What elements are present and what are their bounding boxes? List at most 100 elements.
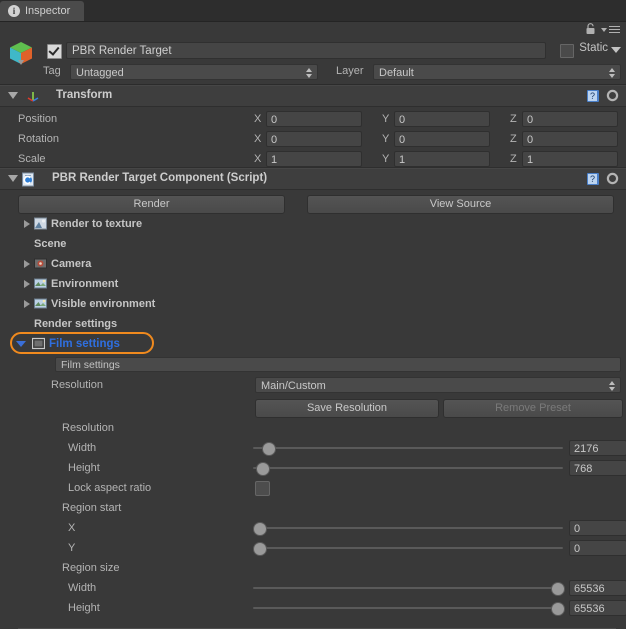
transform-rotation-x-field[interactable]: 0 xyxy=(266,131,362,147)
field-label-height: Height xyxy=(68,462,100,474)
field-label-lock-aspect-ratio: Lock aspect ratio xyxy=(68,482,152,494)
tag-dropdown[interactable]: Untagged xyxy=(70,64,318,80)
field-label-height: Height xyxy=(68,602,100,614)
transform-position-z-field[interactable]: 0 xyxy=(522,111,618,127)
film-settings-foldout-icon[interactable] xyxy=(16,341,26,347)
axis-label-x: X xyxy=(254,113,262,125)
slider-knob[interactable] xyxy=(551,602,565,616)
static-checkbox[interactable] xyxy=(560,44,574,58)
axis-label-y: Y xyxy=(382,153,390,165)
gameobject-cube-icon xyxy=(8,40,34,66)
slider-width[interactable] xyxy=(253,441,563,456)
environment-icon xyxy=(34,297,47,310)
hamburger-menu-icon[interactable] xyxy=(601,25,621,34)
value-y[interactable]: 0 xyxy=(569,540,626,556)
transform-rotation-z-field[interactable]: 0 xyxy=(522,131,618,147)
field-label-x: X xyxy=(68,522,76,534)
slider-knob[interactable] xyxy=(261,442,276,456)
updown-arrows-icon xyxy=(609,68,616,78)
tree-foldout-icon[interactable] xyxy=(24,260,30,268)
slider-track xyxy=(253,467,563,469)
transform-scale-z-field[interactable]: 1 xyxy=(522,151,618,167)
inspector-window: i Inspector PBR Render Target Static Tag… xyxy=(0,0,626,629)
value-x[interactable]: 0 xyxy=(569,520,626,536)
transform-row-label: Position xyxy=(18,113,58,125)
slider-width[interactable] xyxy=(253,581,565,596)
script-component-header[interactable]: PBR Render Target Component (Script) ? xyxy=(0,168,626,190)
transform-component-header[interactable]: Transform ? xyxy=(0,85,626,107)
transform-row-label: Scale xyxy=(18,153,46,165)
resolution-preset-label: Resolution xyxy=(51,379,103,391)
tree-item-camera[interactable]: Camera xyxy=(51,258,91,270)
save-resolution-button[interactable]: Save Resolution xyxy=(255,399,439,418)
value-width[interactable]: 2176 xyxy=(569,440,626,456)
layer-label: Layer xyxy=(336,65,364,77)
tree-item-scene[interactable]: Scene xyxy=(34,238,66,250)
slider-knob[interactable] xyxy=(253,542,267,556)
render-button[interactable]: Render xyxy=(18,195,285,214)
gear-icon[interactable] xyxy=(606,89,620,103)
group-label-region-size: Region size xyxy=(62,562,120,574)
static-label: Static xyxy=(579,42,608,54)
lock-icon[interactable] xyxy=(585,23,596,35)
field-label-y: Y xyxy=(68,542,76,554)
transform-body: Position X 0 Y 0 Z 0 Rotation X 0 Y 0 Z 0 Scale X 1 Y 1 Z 1 xyxy=(0,107,626,168)
transform-position-x-field[interactable]: 0 xyxy=(266,111,362,127)
info-icon: i xyxy=(8,5,20,17)
tree-item-render-to-texture[interactable]: Render to texture xyxy=(51,218,142,230)
script-title: PBR Render Target Component (Script) xyxy=(52,172,268,184)
transform-axis-icon xyxy=(26,89,41,104)
static-dropdown-chevron-icon[interactable] xyxy=(611,47,621,53)
tree-item-render-settings[interactable]: Render settings xyxy=(34,318,117,330)
texture-icon xyxy=(34,217,47,230)
axis-label-y: Y xyxy=(382,113,390,125)
tree-foldout-icon[interactable] xyxy=(24,220,30,228)
slider-track xyxy=(253,547,563,549)
help-icon[interactable]: ? xyxy=(586,89,600,103)
value-height[interactable]: 768 xyxy=(569,460,626,476)
tree-foldout-icon[interactable] xyxy=(24,300,30,308)
field-label-width: Width xyxy=(68,582,97,594)
gear-icon[interactable] xyxy=(606,172,620,186)
remove-preset-button[interactable]: Remove Preset xyxy=(443,399,623,418)
slider-track xyxy=(253,607,563,609)
slider-height[interactable] xyxy=(253,601,565,616)
slider-track xyxy=(253,587,563,589)
slider-knob[interactable] xyxy=(253,522,267,536)
slider-knob[interactable] xyxy=(551,582,565,596)
transform-scale-y-field[interactable]: 1 xyxy=(394,151,490,167)
transform-foldout-icon[interactable] xyxy=(8,92,18,99)
script-foldout-icon[interactable] xyxy=(8,175,18,182)
value-height[interactable]: 65536 xyxy=(569,600,626,616)
svg-text:?: ? xyxy=(590,174,595,184)
tree-foldout-icon[interactable] xyxy=(24,280,30,288)
slider-x[interactable] xyxy=(253,521,563,536)
lock-aspect-ratio-checkbox[interactable] xyxy=(255,481,270,496)
slider-height[interactable] xyxy=(253,461,563,476)
help-icon[interactable]: ? xyxy=(586,172,600,186)
axis-label-y: Y xyxy=(382,133,390,145)
resolution-preset-value: Main/Custom xyxy=(261,380,326,392)
view-source-button[interactable]: View Source xyxy=(307,195,614,214)
field-label-width: Width xyxy=(68,442,97,454)
tree-item-environment[interactable]: Environment xyxy=(51,278,118,290)
layer-dropdown[interactable]: Default xyxy=(373,64,621,80)
script-icon xyxy=(21,172,36,187)
slider-track xyxy=(253,527,563,529)
gameobject-name-field[interactable]: PBR Render Target xyxy=(66,42,546,59)
transform-rotation-y-field[interactable]: 0 xyxy=(394,131,490,147)
gameobject-enabled-checkbox[interactable] xyxy=(47,44,62,59)
film-settings-panel-header[interactable]: Film settings xyxy=(55,357,621,372)
resolution-preset-dropdown[interactable]: Main/Custom xyxy=(255,377,621,393)
slider-knob[interactable] xyxy=(255,462,270,476)
transform-scale-x-field[interactable]: 1 xyxy=(266,151,362,167)
tree-item-visible-environment[interactable]: Visible environment xyxy=(51,298,155,310)
inspector-toolbar xyxy=(0,22,626,36)
axis-label-x: X xyxy=(254,133,262,145)
axis-label-x: X xyxy=(254,153,262,165)
transform-position-y-field[interactable]: 0 xyxy=(394,111,490,127)
tree-item-film-settings[interactable]: Film settings xyxy=(49,338,120,350)
tab-inspector[interactable]: i Inspector xyxy=(0,1,85,21)
value-width[interactable]: 65536 xyxy=(569,580,626,596)
slider-y[interactable] xyxy=(253,541,563,556)
